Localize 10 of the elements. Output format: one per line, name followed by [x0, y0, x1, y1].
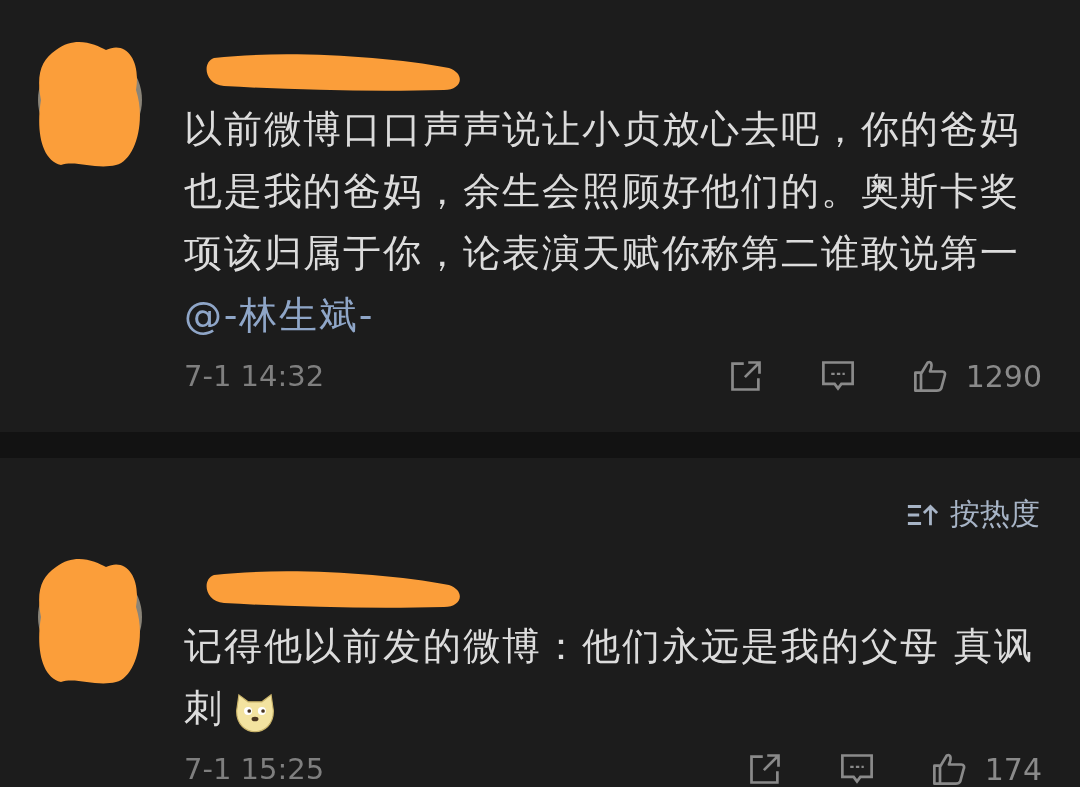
- sort-button[interactable]: 按热度: [906, 494, 1040, 535]
- comment-time: 7-1 14:32: [184, 359, 325, 393]
- mention-link[interactable]: @-林生斌-: [184, 284, 375, 346]
- comment-text: 记得他以前发的微博：他们永远是我的父母 真讽刺: [184, 615, 1054, 739]
- thumbs-up-icon: [930, 751, 967, 787]
- like-button[interactable]: 174: [930, 751, 1042, 787]
- comment-text: 以前微博口口声声说让小贞放心去吧，你的爸妈也是我的爸妈，余生会照顾好他们的。奥斯卡奖项该归属于你，论表演天赋你称第二谁敢说第一 @-林生斌-: [184, 98, 1054, 346]
- thumbs-up-icon: [911, 358, 948, 394]
- like-button[interactable]: 1290: [911, 358, 1042, 394]
- comment-time: 7-1 15:25: [184, 752, 325, 786]
